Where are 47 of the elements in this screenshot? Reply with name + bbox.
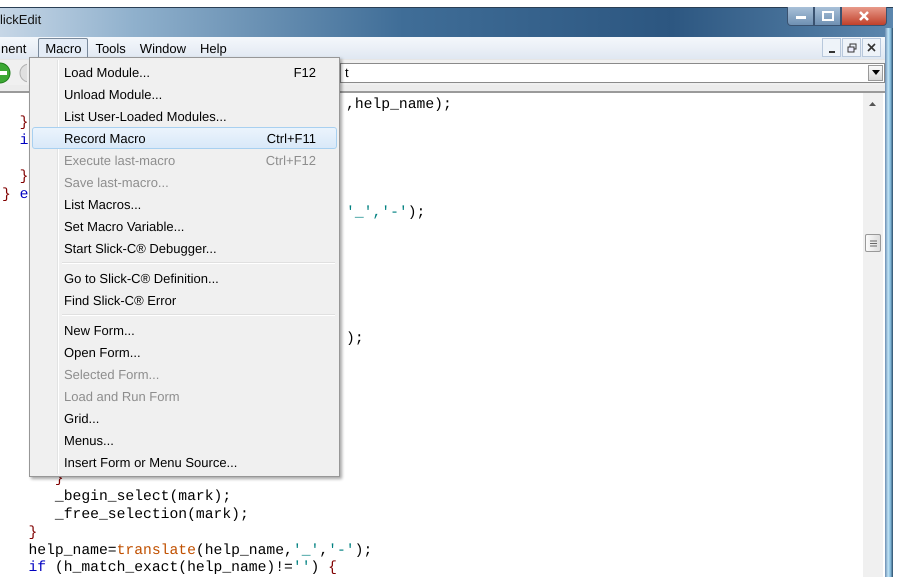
menu-item[interactable]: Find Slick-C® Error xyxy=(32,289,337,311)
menu-item[interactable]: Load Module... F12 xyxy=(32,61,337,83)
window-title: lickEdit xyxy=(0,12,42,27)
restore-button[interactable] xyxy=(842,38,861,57)
menu-item[interactable]: Window xyxy=(132,38,194,58)
menu-item[interactable]: nent xyxy=(0,38,34,58)
menu-item[interactable]: Grid... xyxy=(32,407,337,429)
menu-item[interactable]: Macro xyxy=(38,38,88,58)
close-icon xyxy=(858,11,870,21)
code-text: i xyxy=(18,133,28,149)
minimize-icon xyxy=(828,50,834,52)
menu-item[interactable]: Set Macro Variable... xyxy=(32,215,337,237)
menu-item[interactable]: Record Macro Ctrl+F11 xyxy=(32,127,337,149)
code-text: ,help_name); xyxy=(345,96,452,114)
scroll-thumb[interactable] xyxy=(865,234,881,252)
code-text: ); xyxy=(345,330,364,348)
menu-item[interactable]: Go to Slick-C® Definition... xyxy=(32,267,337,289)
menu-item[interactable]: Help xyxy=(193,38,234,58)
minimize-icon xyxy=(794,13,806,19)
code-text: } e xyxy=(2,187,28,203)
close-button[interactable] xyxy=(841,7,887,26)
code-text: } xyxy=(18,169,28,185)
code-text: help_name=translate(help_name,'_','-'); xyxy=(27,543,372,559)
code-text: if (h_match_exact(help_name)!='') { xyxy=(27,560,337,576)
menu-item[interactable]: List User-Loaded Modules... xyxy=(32,105,337,127)
code-text: } xyxy=(18,115,28,131)
maximize-icon xyxy=(822,11,834,21)
code-text: _free_selection(mark); xyxy=(54,507,249,523)
up-arrow-icon[interactable] xyxy=(869,102,876,106)
minimize-button[interactable] xyxy=(787,7,814,26)
minus-icon[interactable] xyxy=(0,62,11,84)
code-text: '_','-'); xyxy=(345,204,426,222)
menu-item[interactable]: List Macros... xyxy=(32,193,337,215)
menu-item[interactable]: Insert Form or Menu Source... xyxy=(32,451,337,473)
menu-item[interactable]: New Form... xyxy=(32,319,337,341)
menu-item[interactable]: Menus... xyxy=(32,429,337,451)
combo-box[interactable]: t xyxy=(340,62,885,82)
scrollbar[interactable] xyxy=(863,93,883,577)
menu-item[interactable]: Tools xyxy=(88,38,133,58)
close-icon xyxy=(867,43,876,52)
menu-item[interactable]: Open Form... xyxy=(32,341,337,363)
maximize-button[interactable] xyxy=(814,7,841,26)
code-text: } xyxy=(27,525,38,541)
dropdown-icon[interactable] xyxy=(868,64,883,80)
code-text: _begin_select(mark); xyxy=(54,489,232,505)
menu-item[interactable]: Start Slick-C® Debugger... xyxy=(32,237,337,259)
restore-icon xyxy=(846,42,856,52)
